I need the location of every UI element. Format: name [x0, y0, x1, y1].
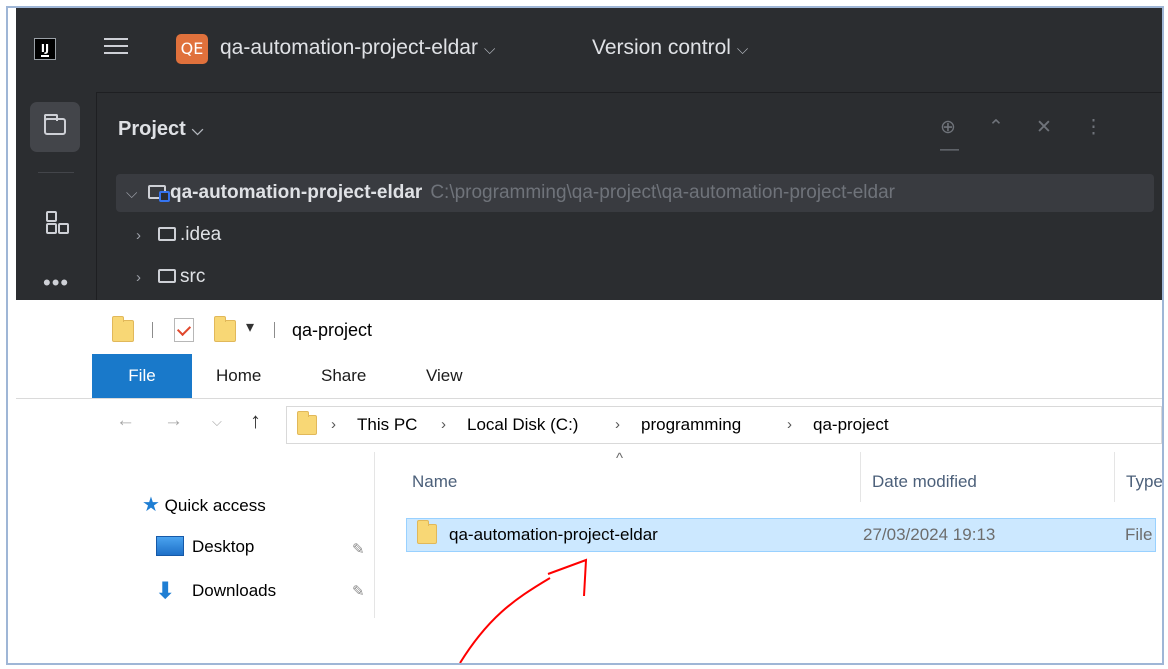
- annotation-arrow: [459, 558, 588, 663]
- screenshot-frame: IJ QE qa-automation-project-eldar ⌵ Versi…: [6, 6, 1164, 665]
